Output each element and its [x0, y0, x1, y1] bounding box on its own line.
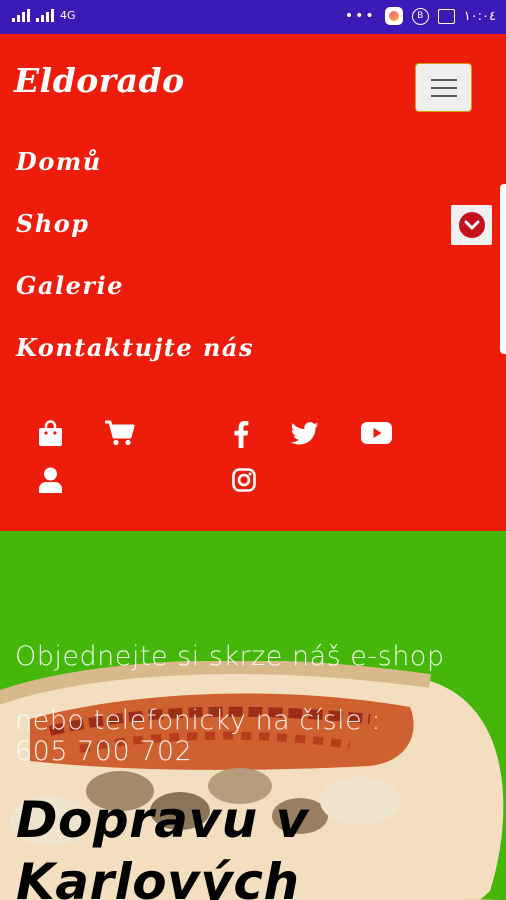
nav-item-shop[interactable]: Shop: [16, 209, 90, 238]
hero-text-line-2: nebo telefonicky na čísle :: [15, 705, 381, 736]
hero-title-line-2: Karlových: [16, 853, 300, 900]
hero-title-line-1: Dopravu v: [16, 791, 309, 849]
hero-phone-number[interactable]: 605 700 702: [15, 736, 192, 767]
navbar: Eldorado Domů Shop Galerie Kontaktujte n…: [0, 34, 506, 531]
shop-dropdown-button[interactable]: [451, 205, 492, 245]
chevron-down-icon: [458, 212, 485, 238]
nav-item-home[interactable]: Domů: [16, 147, 102, 176]
hamburger-icon-line: [431, 95, 457, 97]
hamburger-icon-line: [431, 87, 457, 89]
cart-icon[interactable]: [104, 420, 135, 446]
network-type-text: 4G: [60, 9, 76, 22]
signal-icon-2: [36, 8, 54, 22]
brand-logo[interactable]: Eldorado: [14, 61, 185, 100]
twitter-icon[interactable]: [291, 422, 319, 445]
hero-title: Dopravu v Karlových: [16, 789, 309, 900]
youtube-icon[interactable]: [361, 422, 392, 444]
user-icon[interactable]: [38, 467, 63, 493]
more-dots-icon: •••: [344, 8, 376, 24]
signal-icon: [12, 8, 30, 22]
nav-item-contact[interactable]: Kontaktujte nás: [16, 333, 254, 362]
hero-text-line-1: Objednejte si skrze náš e-shop: [15, 641, 445, 672]
hero-section: Objednejte si skrze náš e-shop nebo tele…: [0, 531, 506, 900]
clock: ١٠:٠٤: [463, 8, 496, 24]
image-notification-icon: [437, 8, 455, 24]
app-notification-icon: [384, 7, 403, 25]
nav-item-gallery[interactable]: Galerie: [16, 271, 124, 300]
hamburger-icon: [431, 79, 457, 81]
shopping-bag-icon[interactable]: [38, 420, 63, 447]
facebook-icon[interactable]: [233, 420, 249, 448]
status-right: ••• B ١٠:٠٤: [345, 7, 496, 25]
status-bar: 4G ••• B ١٠:٠٤: [0, 0, 506, 34]
scrollbar[interactable]: [500, 184, 506, 354]
b-circle-icon: B: [411, 7, 429, 25]
instagram-icon[interactable]: [232, 468, 256, 492]
navbar-toggler-button[interactable]: [415, 63, 472, 112]
status-left: 4G: [12, 8, 76, 22]
